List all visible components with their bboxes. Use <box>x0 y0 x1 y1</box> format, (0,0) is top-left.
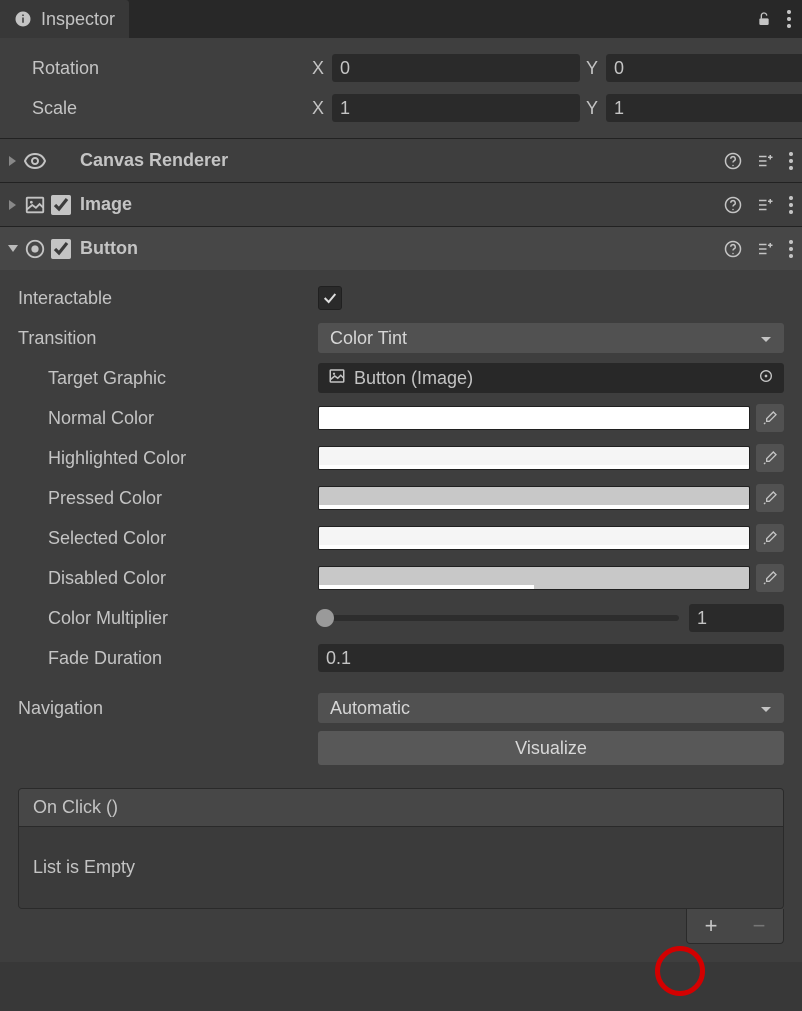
remove-event-button[interactable]: − <box>735 909 783 943</box>
color-multiplier-value[interactable]: 1 <box>689 604 784 632</box>
menu-icon[interactable] <box>788 195 794 215</box>
menu-icon[interactable] <box>786 9 792 29</box>
tab-title: Inspector <box>41 9 115 30</box>
preset-icon[interactable] <box>756 152 774 170</box>
on-click-list: On Click () List is Empty <box>18 788 784 909</box>
button-header[interactable]: Button <box>0 226 802 270</box>
axis-y: Y <box>586 58 606 79</box>
disabled-color-swatch[interactable] <box>318 566 750 590</box>
on-click-header: On Click () <box>19 789 783 827</box>
foldout-collapsed-icon <box>4 199 22 211</box>
pressed-color-swatch[interactable] <box>318 486 750 510</box>
transition-label: Transition <box>18 328 318 349</box>
inspector-tab[interactable]: Inspector <box>0 0 129 38</box>
rotation-x-input[interactable] <box>332 54 580 82</box>
selected-color-label: Selected Color <box>18 528 318 549</box>
button-title: Button <box>74 238 724 259</box>
button-component-icon <box>22 238 48 260</box>
axis-x: X <box>312 58 332 79</box>
menu-icon[interactable] <box>788 151 794 171</box>
selected-color-swatch[interactable] <box>318 526 750 550</box>
highlighted-color-label: Highlighted Color <box>18 448 318 469</box>
foldout-collapsed-icon <box>4 155 22 167</box>
fade-duration-input[interactable]: 0.1 <box>318 644 784 672</box>
navigation-dropdown[interactable]: Automatic <box>318 693 784 723</box>
image-icon <box>22 194 48 216</box>
on-click-empty-text: List is Empty <box>19 827 783 908</box>
object-picker-icon[interactable] <box>758 368 774 389</box>
scale-y-input[interactable] <box>606 94 802 122</box>
scale-label: Scale <box>32 98 312 119</box>
visualize-button[interactable]: Visualize <box>318 731 784 765</box>
transform-section: Rotation X Y Z Scale X Y Z <box>0 38 802 138</box>
button-enabled-checkbox[interactable] <box>51 239 71 259</box>
normal-color-swatch[interactable] <box>318 406 750 430</box>
menu-icon[interactable] <box>788 239 794 259</box>
tab-bar: Inspector <box>0 0 802 38</box>
navigation-label: Navigation <box>18 698 318 719</box>
eyedropper-icon[interactable] <box>756 444 784 472</box>
image-title: Image <box>74 194 724 215</box>
lock-icon[interactable] <box>756 10 772 28</box>
fade-duration-label: Fade Duration <box>18 648 318 669</box>
rotation-label: Rotation <box>32 58 312 79</box>
help-icon[interactable] <box>724 196 742 214</box>
color-multiplier-slider[interactable] <box>318 615 679 621</box>
image-header[interactable]: Image <box>0 182 802 226</box>
image-enabled-checkbox[interactable] <box>51 195 71 215</box>
eyedropper-icon[interactable] <box>756 564 784 592</box>
preset-icon[interactable] <box>756 196 774 214</box>
chevron-down-icon <box>760 698 772 719</box>
interactable-checkbox[interactable] <box>318 286 342 310</box>
info-icon <box>14 10 32 28</box>
disabled-color-label: Disabled Color <box>18 568 318 589</box>
canvas-renderer-title: Canvas Renderer <box>74 150 724 171</box>
eyedropper-icon[interactable] <box>756 524 784 552</box>
preset-icon[interactable] <box>756 240 774 258</box>
normal-color-label: Normal Color <box>18 408 318 429</box>
rotation-y-input[interactable] <box>606 54 802 82</box>
button-body: Interactable Transition Color Tint Targe… <box>0 270 802 962</box>
canvas-renderer-header[interactable]: Canvas Renderer <box>0 138 802 182</box>
target-graphic-field[interactable]: Button (Image) <box>318 363 784 393</box>
color-multiplier-label: Color Multiplier <box>18 608 318 629</box>
add-event-button[interactable]: + <box>687 909 735 943</box>
scale-x-input[interactable] <box>332 94 580 122</box>
eye-icon <box>22 149 48 173</box>
chevron-down-icon <box>760 328 772 349</box>
help-icon[interactable] <box>724 152 742 170</box>
eyedropper-icon[interactable] <box>756 404 784 432</box>
target-graphic-label: Target Graphic <box>18 368 318 389</box>
highlighted-color-swatch[interactable] <box>318 446 750 470</box>
help-icon[interactable] <box>724 240 742 258</box>
interactable-label: Interactable <box>18 288 318 309</box>
transition-dropdown[interactable]: Color Tint <box>318 323 784 353</box>
pressed-color-label: Pressed Color <box>18 488 318 509</box>
eyedropper-icon[interactable] <box>756 484 784 512</box>
image-icon <box>328 367 346 390</box>
foldout-expanded-icon <box>4 244 22 254</box>
